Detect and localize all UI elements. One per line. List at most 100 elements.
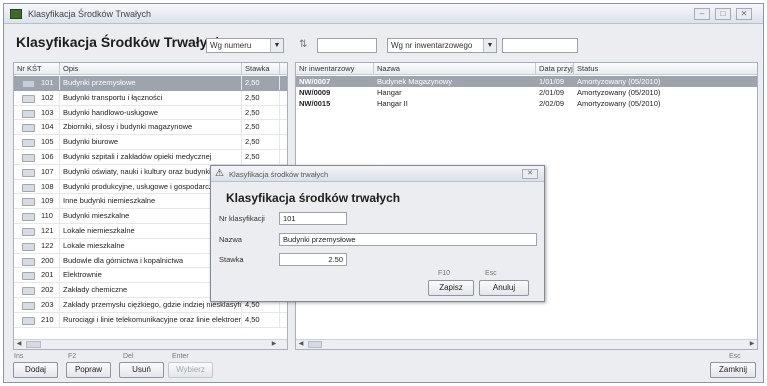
- nr-cell: 110: [14, 209, 60, 223]
- nr-cell: 104: [14, 120, 60, 135]
- table-row[interactable]: 101 Budynki przemysłowe 2,50: [14, 76, 287, 91]
- key-hint-f2: F2: [68, 353, 77, 360]
- sort-icon[interactable]: ⇅: [299, 39, 307, 50]
- horizontal-scrollbar[interactable]: ◀ ▶: [14, 339, 287, 349]
- name-field[interactable]: Budynki przemysłowe: [279, 233, 537, 246]
- minimize-button[interactable]: –: [694, 8, 710, 20]
- stawka-cell: 2,50: [242, 120, 280, 135]
- table-row[interactable]: 210 Rurociągi i linie telekomunikacyjne o…: [14, 312, 287, 328]
- table-row[interactable]: 105 Budynki biurowe 2,50: [14, 135, 287, 150]
- col-header-nr[interactable]: Nr KŚT: [14, 63, 60, 75]
- folder-icon: [22, 139, 35, 148]
- nr-value: 103: [41, 107, 54, 117]
- chevron-down-icon[interactable]: ▼: [270, 39, 283, 52]
- table-row[interactable]: 106 Budynki szpitali i zakładów opieki me…: [14, 150, 287, 165]
- key-hint-esc: Esc: [485, 270, 497, 277]
- dialog-titlebar: ⚠ Klasyfikacja środków trwałych ✕: [211, 166, 544, 182]
- nr-value: 102: [41, 92, 54, 102]
- key-hint-f10: F10: [438, 270, 451, 277]
- date-cell: 2/02/09: [539, 99, 565, 108]
- search-mode-value: Wg numeru: [210, 41, 252, 50]
- name-cell: Budynek Magazynowy: [377, 77, 453, 86]
- name-cell: Hangar II: [377, 99, 408, 108]
- maximize-button[interactable]: □: [715, 8, 731, 20]
- folder-icon: [22, 228, 35, 236]
- inventory-nr-cell: NW/0007: [299, 77, 331, 86]
- nr-value: 105: [41, 137, 54, 147]
- table-row[interactable]: NW/0009 Hangar 2/01/09 Amortyzowany (05/201…: [296, 87, 757, 98]
- table-row[interactable]: NW/0007 Budynek Magazynowy 1/01/09 Amortyzo…: [296, 76, 757, 87]
- nr-value: 210: [41, 314, 54, 324]
- choose-button[interactable]: Wybierz: [168, 362, 213, 378]
- nr-value: 200: [41, 255, 54, 265]
- folder-icon: [22, 316, 35, 325]
- scroll-left-icon[interactable]: ◀: [14, 340, 24, 349]
- nr-cell: 102: [14, 90, 60, 105]
- nr-value: 106: [41, 152, 54, 161]
- nr-cell: 200: [14, 253, 60, 268]
- table-row[interactable]: 103 Budynki handlowo-usługowe 2,50: [14, 105, 287, 121]
- nr-cell: 210: [14, 312, 60, 327]
- warning-icon: ⚠: [215, 168, 224, 179]
- folder-icon: [22, 80, 35, 88]
- folder-icon: [22, 242, 35, 251]
- folder-icon: [22, 213, 35, 222]
- table-row[interactable]: 102 Budynki transportu i łączności 2,50: [14, 90, 287, 106]
- nr-cell: 101: [14, 76, 60, 90]
- nr-value: 202: [41, 285, 54, 295]
- status-cell: Amortyzowany (05/2010): [577, 99, 661, 108]
- nr-value: 122: [41, 240, 54, 250]
- nr-cell: 202: [14, 283, 60, 297]
- key-hint-esc: Esc: [729, 353, 741, 360]
- nr-value: 109: [41, 196, 54, 206]
- opis-cell: Budynki przemysłowe: [60, 76, 242, 90]
- page-title: Klasyfikacja Środków Trwałych: [16, 34, 224, 50]
- close-button[interactable]: Zamknij: [710, 362, 756, 378]
- search-input-inventory[interactable]: [502, 38, 578, 53]
- edit-button[interactable]: Popraw: [66, 362, 111, 378]
- inventory-nr-cell: NW/0009: [299, 88, 331, 97]
- scroll-right-icon[interactable]: ▶: [747, 340, 757, 349]
- stawka-cell: 4,50: [242, 312, 280, 327]
- nr-value: 110: [41, 211, 53, 221]
- toolbar: Klasyfikacja Środków Trwałych Wg numeru …: [4, 25, 763, 57]
- folder-icon: [22, 272, 35, 281]
- app-icon: [10, 9, 22, 19]
- table-row[interactable]: NW/0015 Hangar II 2/02/09 Amortyzowany (05/…: [296, 98, 757, 109]
- col-header-status[interactable]: Status: [574, 63, 757, 75]
- scroll-left-icon[interactable]: ◀: [296, 340, 306, 349]
- col-header-date[interactable]: Data przyj: [536, 63, 574, 75]
- col-header-name[interactable]: Nazwa: [374, 63, 536, 75]
- dialog-close-icon[interactable]: ✕: [522, 169, 538, 179]
- scroll-thumb[interactable]: [308, 341, 322, 348]
- close-window-button[interactable]: ✕: [736, 8, 752, 20]
- delete-button[interactable]: Usuń: [119, 362, 164, 378]
- inventory-search-mode-select[interactable]: Wg nr inwentarzowego ▼: [387, 38, 497, 53]
- name-label: Nazwa: [219, 235, 242, 244]
- nr-field[interactable]: 101: [279, 212, 347, 225]
- chevron-down-icon[interactable]: ▼: [483, 39, 496, 52]
- table-row[interactable]: 104 Zbiorniki, silosy i budynki magazynow…: [14, 120, 287, 136]
- save-button[interactable]: Zapisz: [428, 280, 474, 296]
- nr-value: 201: [41, 270, 54, 280]
- col-header-opis[interactable]: Opis: [60, 63, 242, 75]
- date-cell: 1/01/09: [539, 77, 565, 86]
- folder-icon: [22, 183, 35, 192]
- inventory-nr-cell: NW/0015: [299, 99, 331, 108]
- col-header-stawka[interactable]: Stawka: [242, 63, 280, 75]
- scroll-thumb[interactable]: [26, 341, 41, 348]
- folder-icon: [22, 168, 35, 177]
- stawka-cell: 2,50: [242, 105, 280, 120]
- col-header-inventory-nr[interactable]: Nr inwentarzowy: [296, 63, 374, 75]
- horizontal-scrollbar[interactable]: ◀ ▶: [296, 339, 757, 349]
- rate-field[interactable]: 2.50: [279, 253, 347, 266]
- search-mode-select[interactable]: Wg numeru ▼: [206, 38, 284, 53]
- search-input-number[interactable]: [317, 38, 377, 53]
- nr-value: 203: [41, 300, 54, 309]
- classification-dialog: ⚠ Klasyfikacja środków trwałych ✕ Klasyf…: [210, 165, 545, 302]
- stawka-cell: 2,50: [242, 150, 280, 164]
- inventory-search-mode-value: Wg nr inwentarzowego: [391, 41, 473, 50]
- add-button[interactable]: Dodaj: [13, 362, 58, 378]
- cancel-button[interactable]: Anuluj: [479, 280, 529, 296]
- scroll-right-icon[interactable]: ▶: [269, 340, 279, 349]
